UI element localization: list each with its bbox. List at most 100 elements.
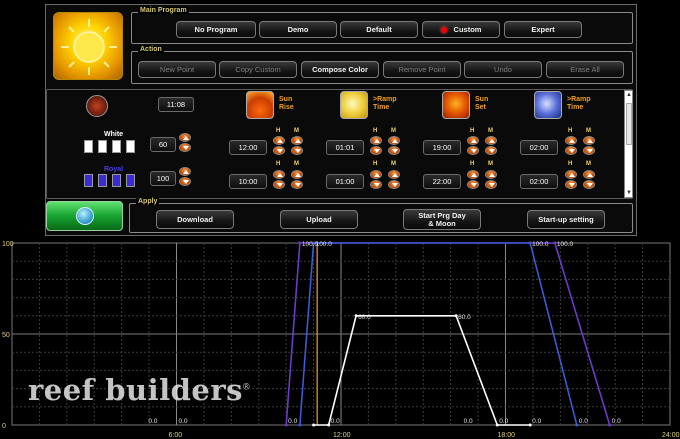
royal-label: Royal <box>104 166 124 173</box>
sun-logo-icon <box>53 12 123 80</box>
sunset-hour-stepper-1[interactable] <box>467 136 480 156</box>
custom-button[interactable]: Custom <box>422 21 500 38</box>
up-arrow-icon[interactable] <box>467 136 479 145</box>
moon-minute-stepper-2[interactable] <box>583 170 596 190</box>
sunset-icon[interactable] <box>442 91 470 119</box>
scroll-down-icon[interactable]: ▼ <box>625 189 633 197</box>
moon-ramp-icon[interactable] <box>534 91 562 119</box>
new-point-button[interactable]: New Point <box>138 61 216 78</box>
up-arrow-icon[interactable] <box>273 170 285 179</box>
up-arrow-icon[interactable] <box>291 170 303 179</box>
sunset-time-2[interactable]: 22:00 <box>423 174 461 189</box>
down-arrow-icon[interactable] <box>485 180 497 189</box>
demo-button[interactable]: Demo <box>259 21 337 38</box>
down-arrow-icon[interactable] <box>370 146 382 155</box>
sunrise-time-1[interactable]: 12:00 <box>229 140 267 155</box>
down-arrow-icon[interactable] <box>179 143 191 152</box>
down-arrow-icon[interactable] <box>291 180 303 189</box>
ramp-minute-stepper-2[interactable] <box>388 170 401 190</box>
startup-setting-button[interactable]: Start-up setting <box>527 210 605 229</box>
minute-header: M <box>488 128 493 134</box>
minute-header: M <box>294 128 299 134</box>
data-label: 0.0 <box>331 418 340 425</box>
expert-button[interactable]: Expert <box>504 21 582 38</box>
up-arrow-icon[interactable] <box>388 136 400 145</box>
up-arrow-icon[interactable] <box>583 136 595 145</box>
up-arrow-icon[interactable] <box>370 170 382 179</box>
sunrise-hour-stepper-1[interactable] <box>273 136 286 156</box>
up-arrow-icon[interactable] <box>370 136 382 145</box>
up-arrow-icon[interactable] <box>485 136 497 145</box>
moon-minute-stepper-1[interactable] <box>583 136 596 156</box>
settings-scrollbar[interactable]: ▲ ▼ <box>624 90 633 198</box>
compose-color-button[interactable]: Compose Color <box>301 61 379 78</box>
down-arrow-icon[interactable] <box>370 180 382 189</box>
sunrise-minute-stepper-1[interactable] <box>291 136 304 156</box>
undo-label: Undo <box>494 64 512 74</box>
default-button[interactable]: Default <box>340 21 418 38</box>
up-arrow-icon[interactable] <box>179 167 191 176</box>
sunset-time-1[interactable]: 19:00 <box>423 140 461 155</box>
copy-custom-button[interactable]: Copy Custom <box>219 61 297 78</box>
up-arrow-icon[interactable] <box>467 170 479 179</box>
down-arrow-icon[interactable] <box>467 146 479 155</box>
moon-ramp-time-2[interactable]: 02:00 <box>520 174 558 189</box>
up-arrow-icon[interactable] <box>565 136 577 145</box>
royal-stepper[interactable] <box>179 167 192 187</box>
down-arrow-icon[interactable] <box>583 180 595 189</box>
download-button[interactable]: Download <box>156 210 234 229</box>
white-value-field[interactable]: 60 <box>150 137 176 152</box>
down-arrow-icon[interactable] <box>565 180 577 189</box>
watermark-text: reef builders® <box>28 373 250 407</box>
scroll-up-icon[interactable]: ▲ <box>625 91 633 99</box>
moon-ramp-time-1[interactable]: 02:00 <box>520 140 558 155</box>
down-arrow-icon[interactable] <box>291 146 303 155</box>
down-arrow-icon[interactable] <box>485 146 497 155</box>
ramp-time-2[interactable]: 01:00 <box>326 174 364 189</box>
upload-button[interactable]: Upload <box>280 210 358 229</box>
white-stepper[interactable] <box>179 133 192 153</box>
royal-value-field[interactable]: 100 <box>150 171 176 186</box>
undo-button[interactable]: Undo <box>464 61 542 78</box>
down-arrow-icon[interactable] <box>583 146 595 155</box>
down-arrow-icon[interactable] <box>273 180 285 189</box>
ramp-hour-stepper-2[interactable] <box>370 170 383 190</box>
royal-swatch <box>112 174 121 187</box>
moon-hour-stepper-1[interactable] <box>565 136 578 156</box>
ramp-hour-stepper-1[interactable] <box>370 136 383 156</box>
sunrise-minute-stepper-2[interactable] <box>291 170 304 190</box>
scrollbar-thumb[interactable] <box>626 103 632 145</box>
ramp-time-1[interactable]: 01:01 <box>326 140 364 155</box>
sunset-minute-stepper-2[interactable] <box>485 170 498 190</box>
erase-all-button[interactable]: Erase All <box>546 61 624 78</box>
down-arrow-icon[interactable] <box>388 146 400 155</box>
up-arrow-icon[interactable] <box>291 136 303 145</box>
ramp-minute-stepper-1[interactable] <box>388 136 401 156</box>
remove-point-button[interactable]: Remove Point <box>383 61 461 78</box>
sunrise-time-2[interactable]: 10:00 <box>229 174 267 189</box>
sunset-hour-stepper-2[interactable] <box>467 170 480 190</box>
down-arrow-icon[interactable] <box>388 180 400 189</box>
up-arrow-icon[interactable] <box>485 170 497 179</box>
no-program-button[interactable]: No Program <box>176 21 256 38</box>
moon-hour-stepper-2[interactable] <box>565 170 578 190</box>
confirm-button[interactable] <box>46 201 123 231</box>
down-arrow-icon[interactable] <box>467 180 479 189</box>
start-program-button[interactable]: Start Prg Day & Moon <box>403 209 481 230</box>
hour-header: H <box>470 128 475 134</box>
hour-header: H <box>373 161 378 167</box>
up-arrow-icon[interactable] <box>179 133 191 142</box>
up-arrow-icon[interactable] <box>273 136 285 145</box>
down-arrow-icon[interactable] <box>565 146 577 155</box>
up-arrow-icon[interactable] <box>583 170 595 179</box>
down-arrow-icon[interactable] <box>273 146 285 155</box>
up-arrow-icon[interactable] <box>565 170 577 179</box>
down-arrow-icon[interactable] <box>179 177 191 186</box>
ramp-time-icon[interactable] <box>340 91 368 119</box>
compose-color-label: Compose Color <box>312 64 368 74</box>
sunset-minute-stepper-1[interactable] <box>485 136 498 156</box>
sunrise-icon[interactable] <box>246 91 274 119</box>
hour-header: H <box>470 161 475 167</box>
sunrise-hour-stepper-2[interactable] <box>273 170 286 190</box>
up-arrow-icon[interactable] <box>388 170 400 179</box>
